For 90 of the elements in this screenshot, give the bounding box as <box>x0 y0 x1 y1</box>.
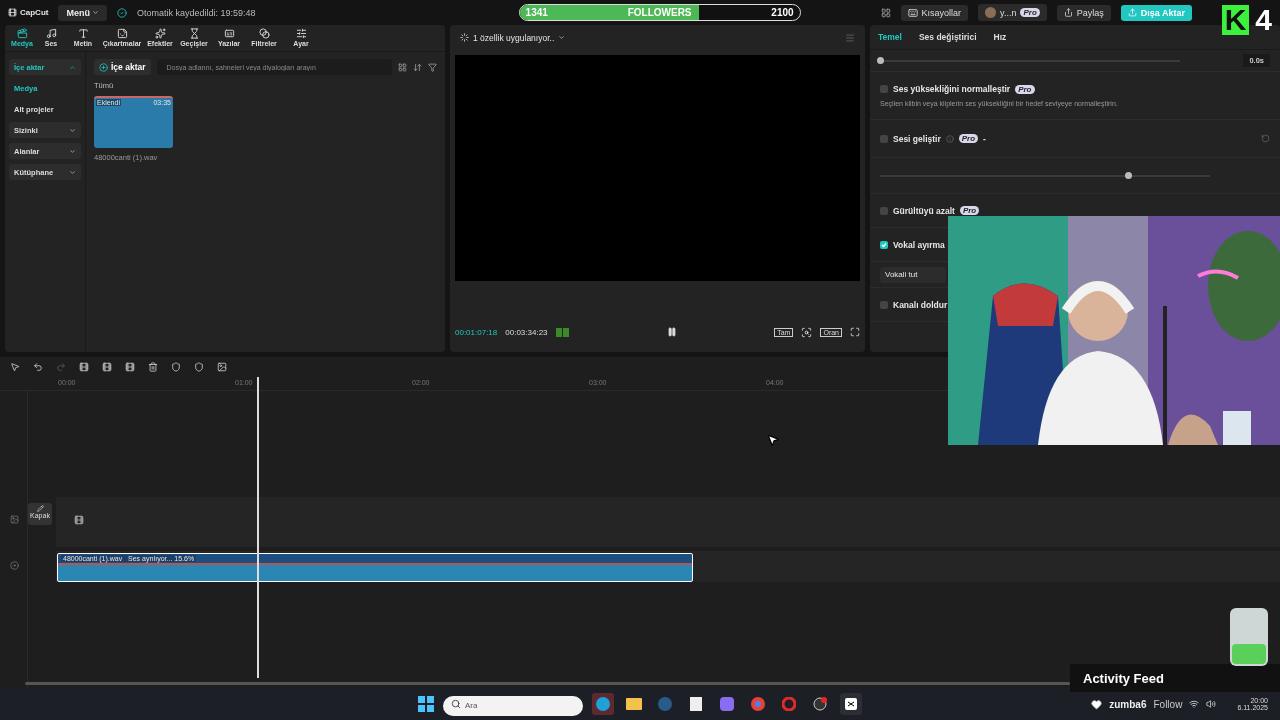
goal-label: FOLLOWERS <box>627 7 692 18</box>
video-track-icon[interactable] <box>10 515 19 524</box>
goal-current: 1341 <box>525 7 548 18</box>
channel-logo-letter: K <box>1221 5 1250 35</box>
level-meter-icon <box>555 327 570 337</box>
sparkles-icon <box>154 28 166 39</box>
import-button[interactable]: İçe aktar <box>94 59 151 75</box>
heart-icon <box>1091 698 1103 710</box>
pro-badge: Pro <box>958 134 979 143</box>
circles-icon <box>258 28 270 39</box>
sticker-icon <box>116 28 128 39</box>
checkbox[interactable] <box>880 206 888 215</box>
property-tab[interactable]: Ses değiştirici <box>918 32 977 42</box>
network-icon[interactable] <box>1189 699 1200 709</box>
pro-badge: Pro <box>1015 84 1035 94</box>
volume-icon[interactable] <box>1206 699 1217 709</box>
chevron-icon <box>69 63 76 71</box>
slider-thumb[interactable] <box>1124 171 1132 179</box>
editor-icon[interactable] <box>840 693 862 715</box>
share-icon <box>1063 8 1073 17</box>
goal-target: 2100 <box>771 7 794 18</box>
option-label: Gürültüyü azalt <box>893 205 955 216</box>
pro-badge: Pro <box>959 206 980 215</box>
chevron-icon <box>69 147 76 155</box>
option-value: - <box>983 133 986 144</box>
chevron-icon[interactable] <box>558 34 566 41</box>
saved-icon <box>116 7 127 18</box>
dropdown[interactable]: Vokali tut <box>880 266 946 283</box>
pro-badge: Pro <box>1020 8 1040 17</box>
chevron-icon <box>91 9 99 16</box>
browser-icon[interactable] <box>592 693 614 715</box>
jar-drawing <box>1228 608 1270 666</box>
plus-icon <box>99 62 108 72</box>
grid-view-icon[interactable] <box>398 62 407 72</box>
text-icon <box>77 28 89 39</box>
cursor-icon <box>766 433 780 447</box>
clapperboard-icon <box>16 28 28 39</box>
undo-icon[interactable] <box>33 362 43 372</box>
processing-status: 1 özellik uygulanıyor.. <box>473 32 555 43</box>
feed-action: Follow <box>1153 698 1183 710</box>
property-tab[interactable]: Hız <box>993 32 1007 42</box>
checkbox[interactable] <box>880 240 888 249</box>
pause-button[interactable] <box>666 327 677 337</box>
activity-feed-title: Activity Feed <box>1070 664 1280 692</box>
pencil-icon <box>36 505 44 512</box>
sort-icon[interactable] <box>413 62 422 72</box>
option-label: Sesi geliştir <box>893 133 941 144</box>
upload-icon <box>1127 8 1137 17</box>
avatar <box>985 7 997 18</box>
current-time: 00:01:07:18 <box>455 327 498 337</box>
option-label: Kanalı doldur <box>893 299 948 310</box>
option-label: Ses yüksekliğini normalleştir <box>893 84 1011 94</box>
audio-track-icon[interactable] <box>10 561 19 570</box>
scrollbar[interactable] <box>25 682 1070 685</box>
account-button[interactable]: y...n Pro <box>978 4 1047 21</box>
film-icon <box>74 515 84 525</box>
total-time: 00:03:34:23 <box>505 327 548 337</box>
hourglass-icon <box>188 28 200 39</box>
music-note-icon <box>45 28 57 39</box>
checkbox[interactable] <box>880 85 888 93</box>
filter-icon[interactable] <box>428 62 437 72</box>
shortcuts-button[interactable]: Kısayollar <box>900 4 969 21</box>
info-icon <box>945 134 954 143</box>
checkbox[interactable] <box>880 134 888 143</box>
keyboard-icon <box>907 7 918 18</box>
delete-icon[interactable] <box>148 362 158 372</box>
shield-icon[interactable] <box>171 362 181 372</box>
loading-icon <box>460 33 469 42</box>
chevron-icon <box>69 126 76 134</box>
search-icon <box>451 699 461 709</box>
share-button[interactable]: Paylaş <box>1056 4 1111 21</box>
layout-icon[interactable] <box>880 7 891 18</box>
image-icon[interactable] <box>217 362 227 372</box>
taskbar-search[interactable]: Ara <box>443 695 583 716</box>
start-icon[interactable] <box>418 696 434 712</box>
captions-icon <box>223 28 235 39</box>
feed-user: zumba6 <box>1109 698 1147 710</box>
option-label: Vokal ayırma <box>893 239 945 250</box>
sliders-icon <box>295 28 307 39</box>
select-tool-icon[interactable] <box>10 362 20 372</box>
zoom-icon[interactable] <box>801 326 813 338</box>
shield-icon[interactable] <box>194 362 204 372</box>
chevron-icon <box>69 168 76 176</box>
fullscreen-icon[interactable] <box>850 327 860 337</box>
channel-logo-number: 4 <box>1255 5 1272 35</box>
checkbox[interactable] <box>880 300 888 309</box>
autosave-status: Otomatik kaydedildi: 19:59:48 <box>136 7 256 18</box>
app-logo: CapCut <box>8 8 49 17</box>
property-tab[interactable]: Temel <box>878 32 902 42</box>
menu-button[interactable]: Menü <box>58 4 107 21</box>
